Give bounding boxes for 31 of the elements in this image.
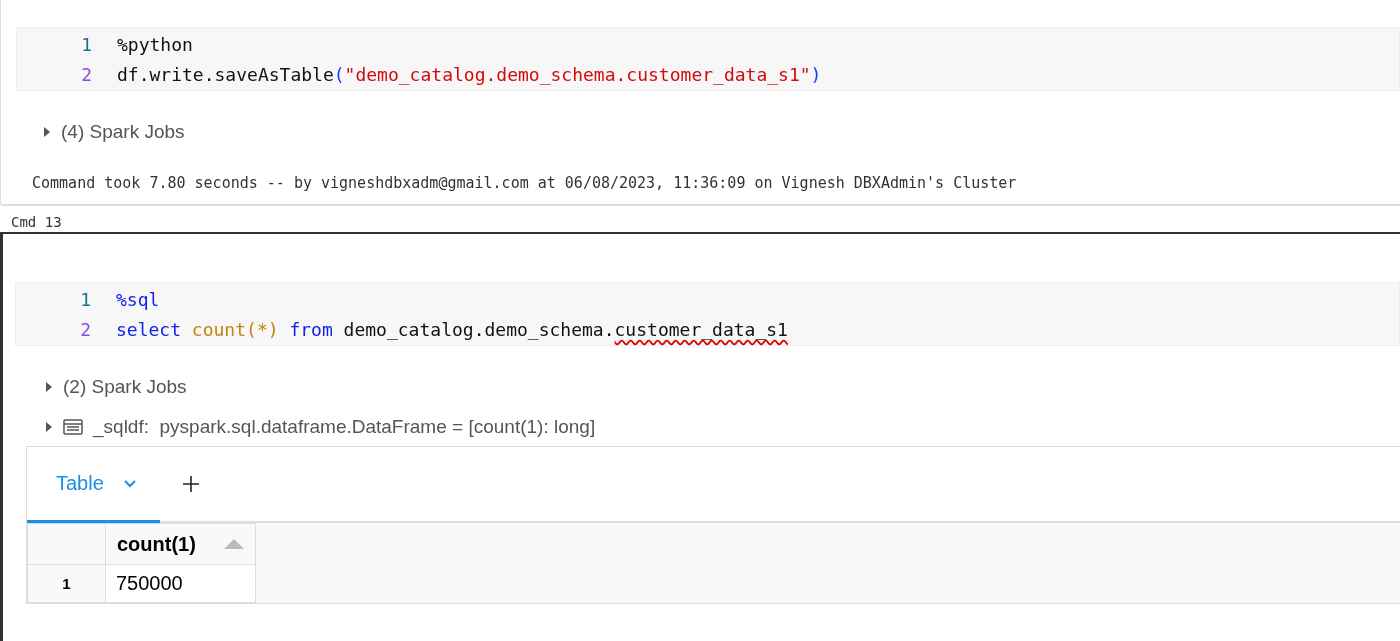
dataframe-schema: _sqldf: pyspark.sql.dataframe.DataFrame = [count(1): long] <box>93 416 596 438</box>
code-text: "demo_catalog.demo_schema.customer_data_s1" <box>344 63 811 85</box>
spark-jobs-toggle[interactable]: (4) Spark Jobs <box>61 121 185 143</box>
code-text: ) <box>810 63 822 85</box>
code-editor[interactable]: 1 %python 2 df.write.saveAsTable("demo_catalog.demo_schema.customer_data_s1") <box>16 27 1400 91</box>
table-cell: 750000 <box>105 564 256 603</box>
table-icon <box>63 419 83 435</box>
spark-jobs-toggle[interactable]: (2) Spark Jobs <box>63 376 187 398</box>
code-text: select <box>116 318 183 340</box>
caret-icon[interactable] <box>45 381 53 393</box>
line-number: 2 <box>79 318 92 340</box>
line-number: 2 <box>80 63 93 85</box>
code-text: ( <box>333 63 345 85</box>
plus-icon <box>182 475 200 493</box>
command-label: Cmd 13 <box>10 213 63 232</box>
code-text: from <box>288 318 334 340</box>
line-number: 1 <box>79 288 92 310</box>
line-number: 1 <box>80 33 93 55</box>
command-status: Command took 7.80 seconds -- by vigneshdbxadm@gmail.com at 06/08/2023, 11:36:09 on Vignesh DBXAdmin's Cluster <box>31 173 1018 192</box>
caret-icon[interactable] <box>45 421 53 433</box>
caret-icon[interactable] <box>43 126 51 138</box>
code-text: count(*) <box>191 318 279 340</box>
code-text: %python <box>117 33 193 55</box>
code-text: %sql <box>116 288 160 310</box>
row-number: 1 <box>27 564 106 603</box>
chevron-down-icon[interactable] <box>123 479 136 488</box>
column-header[interactable]: count(1) <box>105 523 256 565</box>
code-editor[interactable]: 1 %sql 2 select count(*) from demo_catalog.demo_schema.customer_data_s1 <box>15 282 1400 346</box>
code-text: demo_catalog.demo_schema. <box>343 318 615 340</box>
code-text: df.write.saveAsTable <box>117 63 334 85</box>
underlined-code-text: customer_data_s1 <box>614 318 788 340</box>
